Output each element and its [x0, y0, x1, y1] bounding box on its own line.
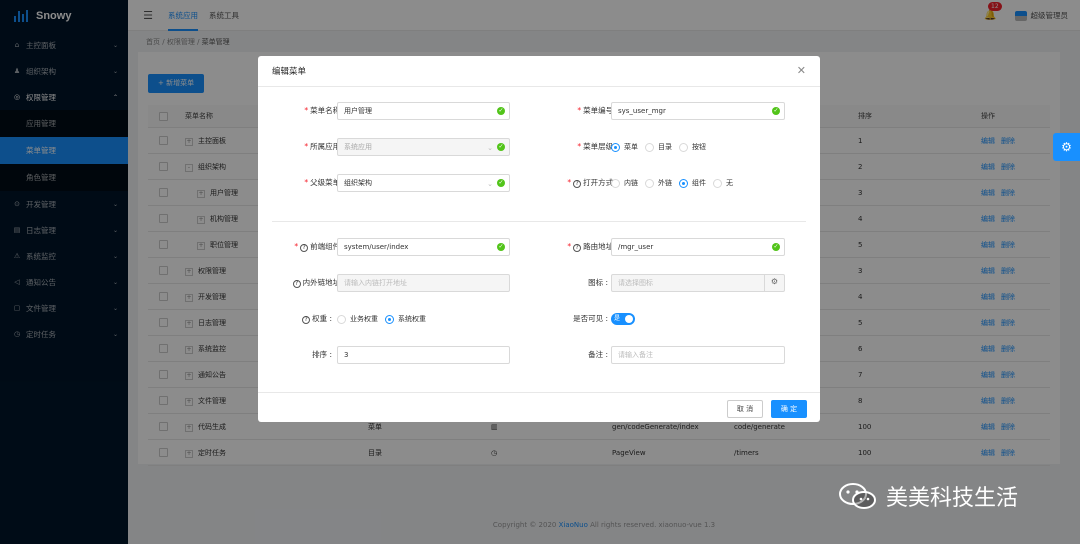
radio-option[interactable]: 按钮 — [679, 142, 706, 152]
open-type-label: *? 打开方式 : — [567, 178, 618, 188]
radio-option[interactable]: 目录 — [645, 142, 672, 152]
menu-level-radio-group: 菜单 目录 按钮 — [611, 138, 706, 156]
wechat-watermark: 美美科技生活 — [838, 480, 1018, 512]
wechat-icon — [839, 483, 876, 509]
icon-select-input[interactable]: 请选择图标 ⚙ — [611, 274, 785, 292]
remark-label: 备注 : — [588, 350, 608, 359]
icon-label: 图标 : — [588, 278, 608, 287]
route-input[interactable]: /mgr_user ✓ — [611, 238, 785, 256]
link-url-input[interactable]: 请输入内链打开地址 — [337, 274, 510, 292]
radio-circle-icon — [679, 142, 688, 152]
divider — [272, 221, 806, 222]
component-label: *? 前端组件 : — [294, 242, 345, 252]
radio-circle-icon — [713, 178, 722, 188]
radio-circle-icon — [611, 178, 620, 188]
radio-option[interactable]: 无 — [713, 178, 733, 188]
modal-title: 编辑菜单 — [258, 56, 820, 87]
component-input[interactable]: system/user/index ✓ — [337, 238, 510, 256]
radio-option[interactable]: 内链 — [611, 178, 638, 188]
level-label: * 菜单层级 : — [577, 142, 618, 151]
valid-check-icon: ✓ — [497, 143, 505, 151]
name-label: * 菜单名称 : — [304, 106, 345, 115]
radio-circle-icon — [645, 178, 654, 188]
link-label: ? 内外链地址 : — [272, 274, 345, 292]
sort-input[interactable]: 3 — [337, 346, 510, 364]
valid-check-icon: ✓ — [772, 243, 780, 251]
weight-radio-group: 业务权重 系统权重 — [337, 310, 426, 328]
remark-input[interactable]: 请输入备注 — [611, 346, 785, 364]
menu-code-input[interactable]: sys_user_mgr ✓ — [611, 102, 785, 120]
question-icon: ? — [573, 244, 582, 252]
app-label: * 所属应用 : — [304, 142, 345, 151]
edit-menu-modal: 编辑菜单 ✕ * 菜单名称 : 用户管理 ✓ * 菜单编号 : sys_user_mg… — [258, 56, 820, 422]
question-icon: ? — [300, 244, 309, 252]
code-label: * 菜单编号 : — [577, 106, 618, 115]
close-icon[interactable]: ✕ — [797, 64, 806, 77]
radio-circle-icon — [679, 178, 688, 188]
radio-circle-icon — [611, 142, 620, 152]
route-label: *? 路由地址 : — [567, 242, 618, 252]
radio-option[interactable]: 系统权重 — [385, 314, 426, 324]
radio-circle-icon — [645, 142, 654, 152]
question-icon: ? — [573, 180, 582, 188]
chevron-down-icon: ⌄ — [487, 180, 493, 188]
modal-footer: 取 消 确 定 — [258, 392, 820, 422]
sort-label: 排序 : — [312, 350, 332, 359]
chevron-down-icon: ⌄ — [487, 144, 493, 152]
question-icon: ? — [292, 280, 301, 288]
visible-switch[interactable]: 是 — [611, 313, 635, 325]
radio-option[interactable]: 外链 — [645, 178, 672, 188]
radio-option[interactable]: 菜单 — [611, 142, 638, 152]
weight-label: ? 权重 : — [272, 310, 332, 328]
gear-icon[interactable]: ⚙ — [764, 274, 784, 292]
radio-circle-icon — [337, 314, 346, 324]
parent-menu-select[interactable]: 组织架构 ⌄ ✓ — [337, 174, 510, 192]
valid-check-icon: ✓ — [772, 107, 780, 115]
settings-gear-icon[interactable]: ⚙ — [1053, 133, 1080, 161]
cancel-button[interactable]: 取 消 — [727, 400, 763, 418]
valid-check-icon: ✓ — [497, 179, 505, 187]
radio-option[interactable]: 组件 — [679, 178, 706, 188]
radio-option[interactable]: 业务权重 — [337, 314, 378, 324]
open-type-radio-group: 内链 外链 组件无 — [611, 174, 733, 192]
confirm-button[interactable]: 确 定 — [771, 400, 807, 418]
question-icon: ? — [302, 316, 311, 324]
valid-check-icon: ✓ — [497, 107, 505, 115]
parent-label: * 父级菜单 : — [304, 178, 345, 187]
visible-label: 是否可见 : — [573, 314, 608, 323]
radio-circle-icon — [385, 314, 394, 324]
watermark-text: 美美科技生活 — [886, 486, 1019, 511]
valid-check-icon: ✓ — [497, 243, 505, 251]
app-select[interactable]: 系统应用 ⌄ ✓ — [337, 138, 510, 156]
menu-name-input[interactable]: 用户管理 ✓ — [337, 102, 510, 120]
